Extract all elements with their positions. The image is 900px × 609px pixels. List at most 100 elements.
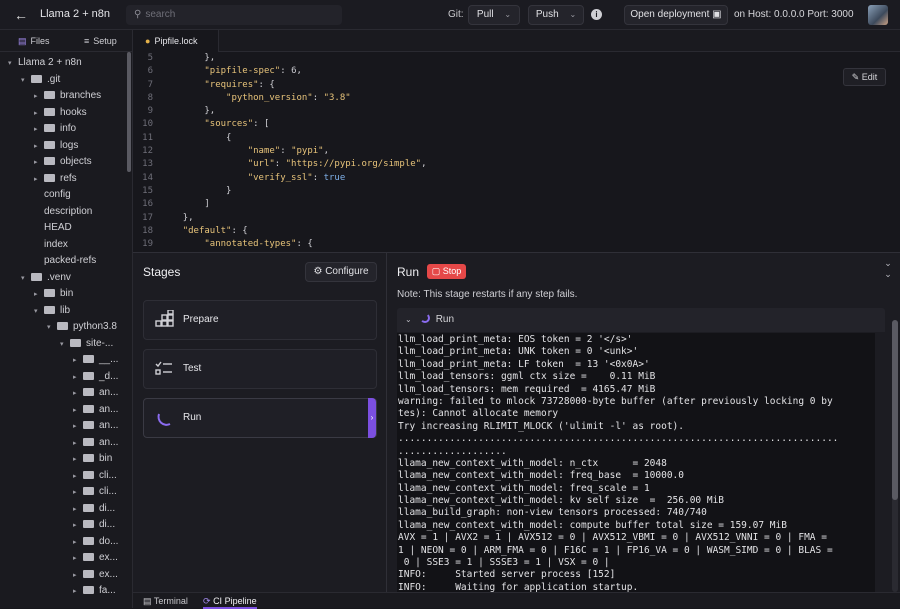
tree-item[interactable]: ▸ di... (73, 517, 115, 534)
avatar[interactable] (868, 5, 888, 25)
tree-item[interactable]: ▸ an... (73, 385, 118, 402)
tree-item[interactable]: ▾ .venv (21, 270, 71, 287)
log-line: tes): Cannot allocate memory (398, 408, 559, 420)
tree-item[interactable]: description (34, 204, 92, 221)
chevron-down-icon[interactable]: ⌄ (504, 10, 511, 19)
tree-item[interactable]: ▸ bin (34, 286, 73, 303)
tree-item-label: di... (99, 502, 116, 514)
caret-right-icon: ▸ (34, 291, 38, 298)
caret-right-icon: ▸ (73, 489, 77, 496)
spinner-icon (419, 313, 430, 323)
code-text: "url": "https://pypi.org/simple", (247, 159, 427, 170)
folder-icon (83, 454, 94, 462)
tree-item[interactable]: ▾ site-... (60, 336, 113, 353)
line-number: 9 (147, 106, 153, 117)
tree-item[interactable]: ▸ di... (73, 501, 115, 518)
checklist-icon (155, 361, 172, 375)
info-icon[interactable]: i (591, 9, 602, 20)
tree-item[interactable]: ▸ branches (34, 88, 101, 105)
folder-icon (44, 91, 55, 99)
tree-item[interactable]: ▸ an... (73, 418, 118, 435)
configure-button[interactable]: ⚙ Configure (305, 262, 377, 282)
search-input[interactable]: ⚲ search (126, 5, 342, 25)
stage-test[interactable]: Test (143, 349, 377, 389)
tree-item-label: site-... (86, 337, 114, 349)
tree-item[interactable]: HEAD (34, 220, 72, 237)
tree-item[interactable]: ▸ cli... (73, 484, 117, 501)
file-icon: ▤ (18, 36, 27, 46)
tree-item[interactable]: ▸ refs (34, 171, 77, 188)
code-text: }, (204, 106, 216, 117)
code-text: "sources": [ (204, 119, 270, 130)
stages-title: Stages (143, 265, 181, 279)
back-arrow-icon[interactable]: ← (10, 6, 32, 24)
run-step-header[interactable]: ⌄ Run (397, 308, 885, 332)
tree-item[interactable]: index (34, 237, 68, 254)
tab-ci-pipeline[interactable]: ⟳ CI Pipeline (203, 593, 257, 609)
code-line: 18 "default": { (133, 225, 900, 238)
chevron-down-icon[interactable]: ⌄ (569, 10, 576, 19)
tree-item[interactable]: ▸ cli... (73, 468, 117, 485)
tree-item[interactable]: packed-refs (34, 253, 96, 270)
caret-right-icon: ▸ (34, 126, 38, 133)
tree-item[interactable]: ▸ bin (73, 451, 112, 468)
tree-item[interactable]: ▸ hooks (34, 105, 87, 122)
edit-button[interactable]: ✎ Edit (843, 68, 886, 86)
tree-item-label: index (44, 238, 68, 250)
line-number: 16 (142, 199, 153, 210)
code-line: 8 "python_version": "3.8" (133, 92, 900, 105)
caret-down-icon: ▾ (8, 60, 12, 67)
collapse-icon[interactable]: ⌄ ⌄ (880, 258, 896, 279)
tree-item[interactable]: ▸ objects (34, 154, 92, 171)
sidebar-scrollbar[interactable] (127, 52, 131, 172)
code-line: 12 "name": "pypi", (133, 145, 900, 158)
tree-item[interactable]: ▾ .git (21, 72, 60, 89)
tree-item[interactable]: config (34, 187, 71, 204)
tab-terminal[interactable]: ▤ Terminal (143, 593, 188, 609)
tree-item[interactable]: ▸ logs (34, 138, 78, 155)
tree-item[interactable]: ▸ ex... (73, 567, 118, 584)
log-scrollbar[interactable] (892, 320, 898, 592)
tab-files[interactable]: ▤ Files (18, 30, 50, 52)
tree-item[interactable]: ▸ an... (73, 435, 118, 452)
code-text: "requires": { (204, 79, 275, 90)
line-number: 5 (147, 53, 153, 63)
stop-button[interactable]: ▢ Stop (427, 264, 466, 279)
stage-prepare[interactable]: Prepare (143, 300, 377, 340)
restart-note: Note: This stage restarts if any step fa… (397, 289, 578, 300)
tree-item[interactable]: ▸ do... (73, 534, 118, 551)
folder-icon (83, 569, 94, 578)
tree-item-label: objects (60, 156, 92, 167)
tree-item-label: __... (99, 354, 119, 365)
folder-icon (31, 272, 42, 281)
code-line: 15 } (133, 185, 900, 198)
caret-right-icon: ▸ (34, 109, 38, 117)
tree-item-label: an... (99, 436, 119, 448)
tree-item-label: packed-refs (44, 255, 97, 266)
chevron-down-icon: ⌄ (405, 315, 412, 324)
open-deployment-button[interactable]: Open deployment ▣ (624, 5, 728, 25)
selected-stage-indicator[interactable]: › (368, 398, 376, 438)
tab-pipfile-lock[interactable]: ● Pipfile.lock (133, 30, 219, 52)
code-editor[interactable]: 5 }, 6 "pipfile-spec": 6, 7 "requires": {8… (133, 52, 900, 262)
tree-item[interactable]: ▾ python3.8 (47, 319, 117, 336)
tree-item-label: bin (99, 453, 113, 464)
folder-icon (83, 503, 94, 512)
run-log-output[interactable]: llm_load_print_meta: EOS token = 2 '</s>… (397, 333, 875, 592)
tree-item-label: do... (99, 535, 119, 547)
editor-tabs: ● Pipfile.lock (133, 30, 900, 52)
tree-item-label: branches (60, 90, 102, 101)
tree-item[interactable]: ▸ __... (73, 352, 118, 369)
tab-setup[interactable]: ≡ Setup (84, 30, 117, 52)
pull-button[interactable]: Pull ⌄ (468, 5, 520, 25)
tree-item[interactable]: ▾ Llama 2 + n8n (8, 55, 82, 72)
push-button[interactable]: Push ⌄ (528, 5, 584, 25)
code-text: ] (204, 199, 210, 210)
tree-item[interactable]: ▸ _d... (73, 369, 118, 386)
tree-item[interactable]: ▸ fa... (73, 583, 116, 600)
tree-item[interactable]: ▾ lib (34, 303, 70, 320)
tree-item[interactable]: ▸ an... (73, 402, 118, 419)
tree-item[interactable]: ▸ info (34, 121, 76, 138)
tree-item[interactable]: ▸ ex... (73, 550, 118, 567)
stage-run[interactable]: Run (143, 398, 377, 438)
